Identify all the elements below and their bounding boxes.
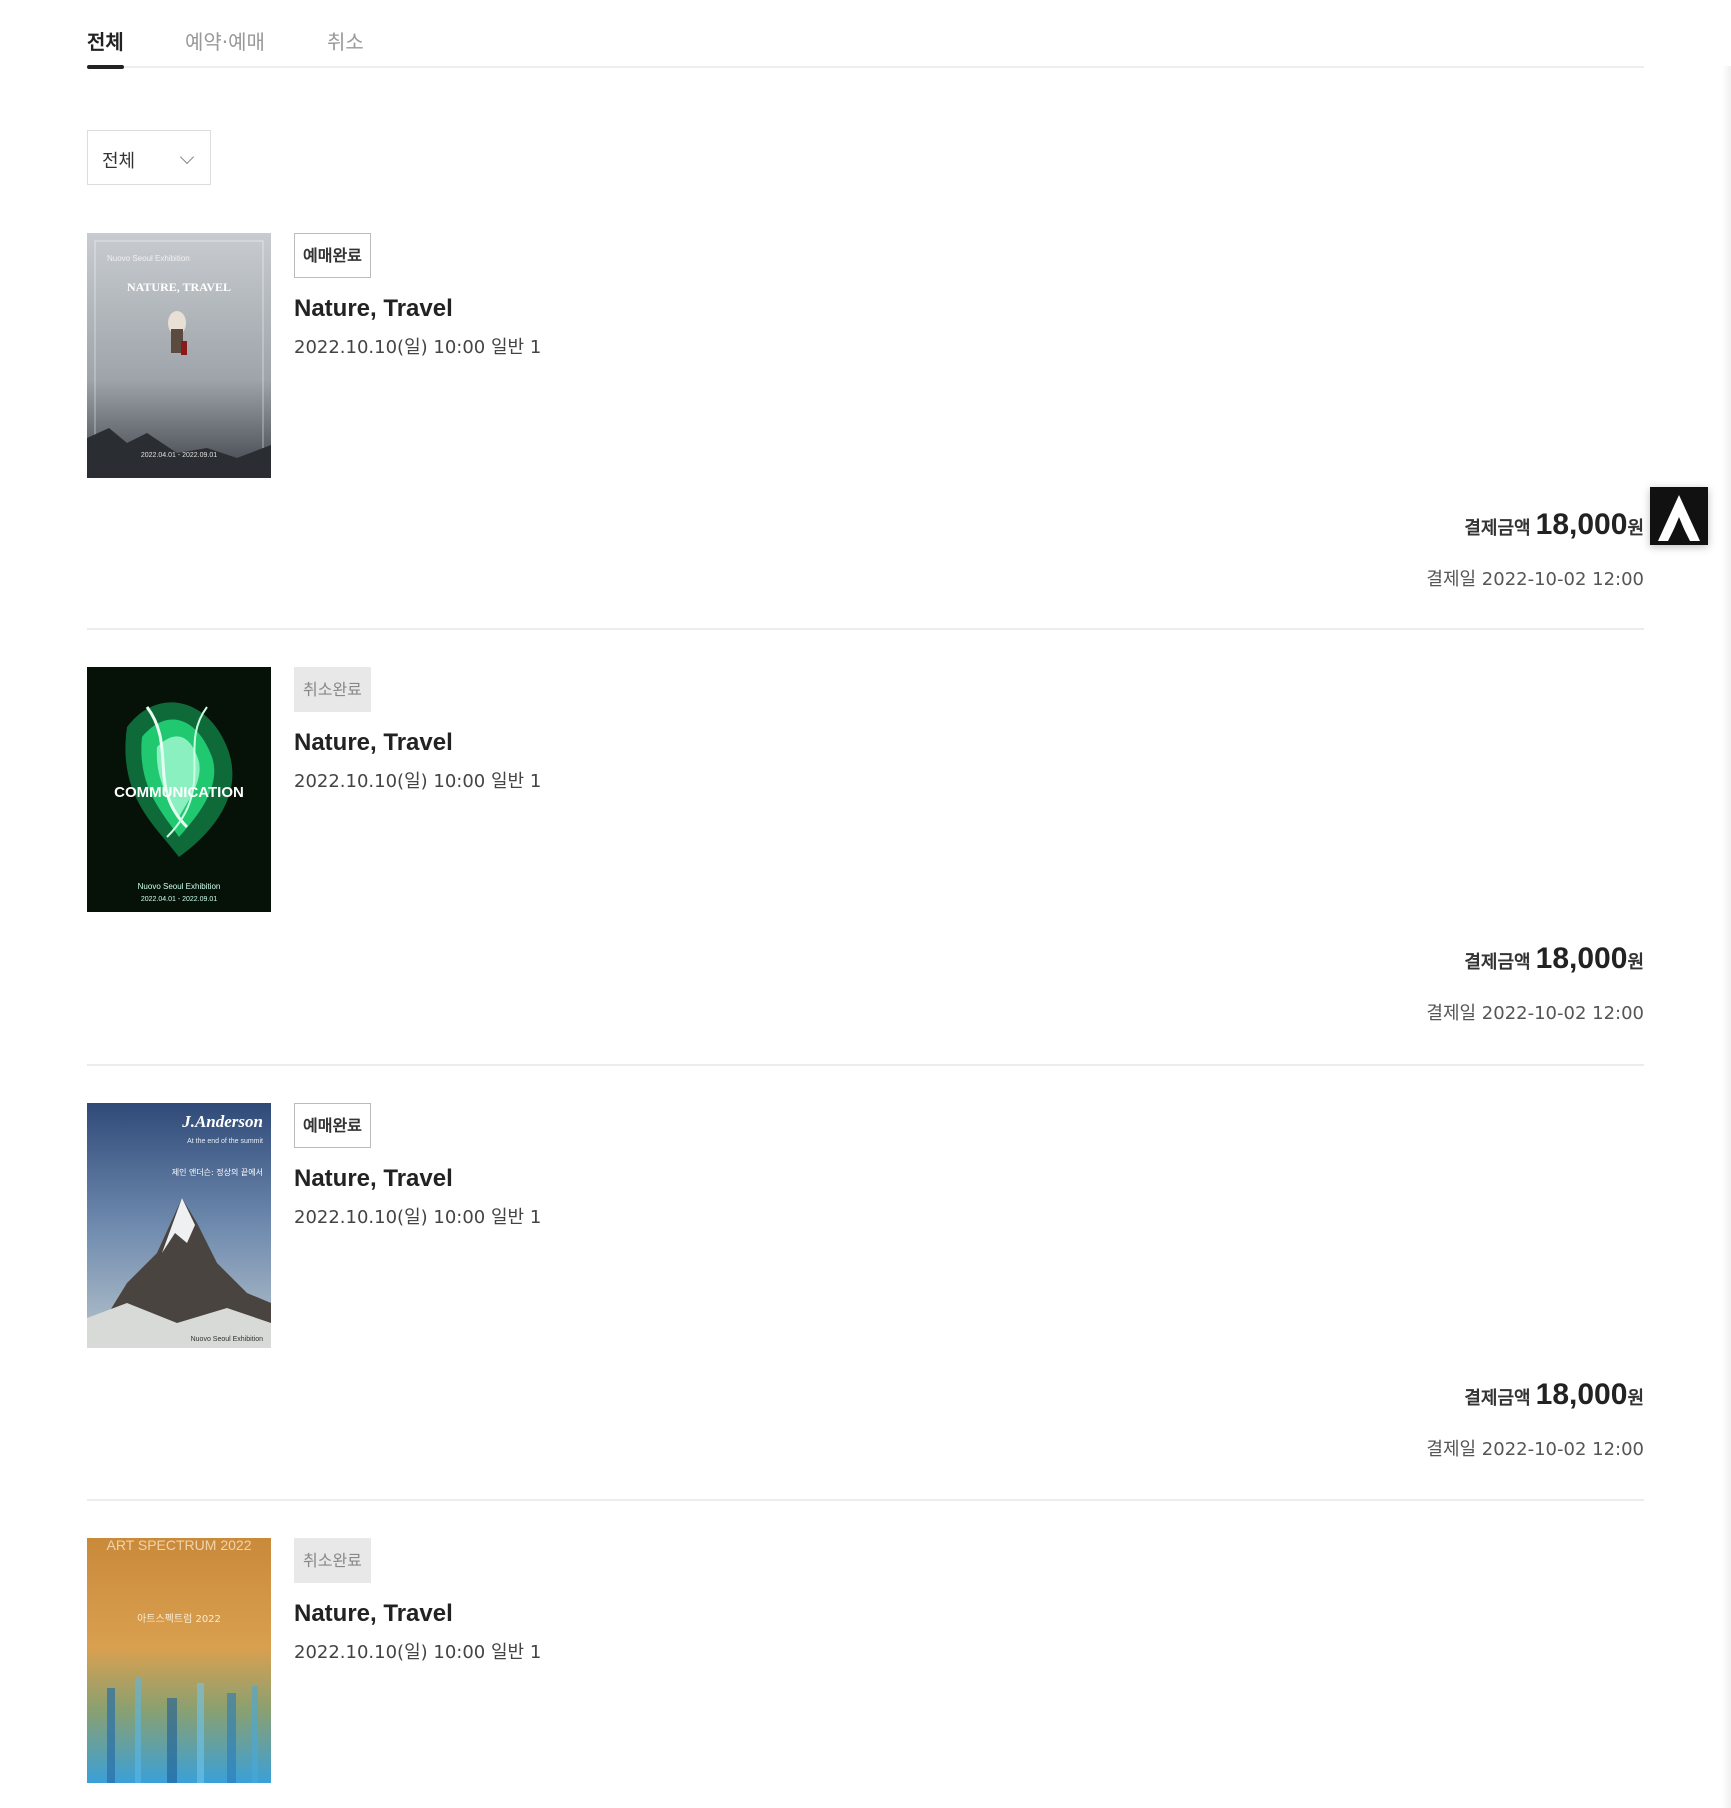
price-unit: 원 xyxy=(1627,952,1644,973)
event-title[interactable]: Nature, Travel xyxy=(294,1165,453,1193)
event-date: 2022.10.10(일) 10:00 일반 1 xyxy=(294,337,542,358)
scroll-top-button[interactable] xyxy=(1650,487,1708,545)
order-item[interactable]: COMMUNICATION Nuovo Seoul Exhibition 202… xyxy=(87,667,1644,1066)
poster-bottom-text: Nuovo Seoul Exhibition xyxy=(191,1336,263,1343)
poster-headline: J.Anderson xyxy=(181,1112,263,1131)
price-value: 18,000 xyxy=(1535,508,1628,541)
poster-image: ART SPECTRUM 2022 아트스펙트럼 2022 xyxy=(87,1538,271,1783)
poster-bottom-text: 2022.04.01 - 2022.09.01 xyxy=(141,452,217,459)
price-value: 18,000 xyxy=(1535,1378,1628,1411)
status-badge: 취소완료 xyxy=(294,667,371,712)
filter-value: 전체 xyxy=(102,151,136,172)
price-label: 결제금액 xyxy=(1464,518,1531,539)
order-item[interactable]: J.Anderson At the end of the summit 제인 앤… xyxy=(87,1103,1644,1501)
poster-image: COMMUNICATION Nuovo Seoul Exhibition 202… xyxy=(87,667,271,912)
price-unit: 원 xyxy=(1627,1388,1644,1409)
event-date: 2022.10.10(일) 10:00 일반 1 xyxy=(294,771,542,792)
chevron-down-icon xyxy=(179,149,195,165)
poster-image: Nuovo Seoul Exhibition NATURE, TRAVEL 20… xyxy=(87,233,271,478)
poster-headline: COMMUNICATION xyxy=(114,784,244,801)
payment-amount: 결제금액 18,000원 xyxy=(1464,942,1644,976)
poster-bottom-text: Nuovo Seoul Exhibition xyxy=(138,882,221,891)
price-unit: 원 xyxy=(1627,518,1644,539)
poster-korean: 아트스펙트럼 2022 xyxy=(137,1612,221,1625)
tab-cancel[interactable]: 취소 xyxy=(327,26,364,55)
payment-amount: 결제금액 18,000원 xyxy=(1464,1378,1644,1412)
status-badge: 예매완료 xyxy=(294,233,371,278)
event-title[interactable]: Nature, Travel xyxy=(294,729,453,757)
tab-bar: 전체 예약·예매 취소 xyxy=(87,0,1644,69)
arrow-up-icon xyxy=(1658,495,1700,541)
poster-bottom-date: 2022.04.01 - 2022.09.01 xyxy=(141,896,217,903)
order-item[interactable]: Nuovo Seoul Exhibition NATURE, TRAVEL 20… xyxy=(87,233,1644,630)
price-label: 결제금액 xyxy=(1464,952,1531,973)
status-badge: 예매완료 xyxy=(294,1103,371,1148)
price-label: 결제금액 xyxy=(1464,1388,1531,1409)
poster-sub: At the end of the summit xyxy=(187,1138,263,1145)
payment-date: 결제일 2022-10-02 12:00 xyxy=(1426,1439,1644,1460)
payment-amount: 결제금액 18,000원 xyxy=(1464,508,1644,542)
event-title[interactable]: Nature, Travel xyxy=(294,295,453,323)
tab-reservations[interactable]: 예약·예매 xyxy=(185,26,265,55)
poster-korean: 제인 앤더슨: 정상의 끝에서 xyxy=(172,1167,263,1177)
scroll-edge xyxy=(1722,66,1731,1808)
poster-headline: NATURE, TRAVEL xyxy=(127,280,231,294)
order-item[interactable]: ART SPECTRUM 2022 아트스펙트럼 2022 취소완료 Natur… xyxy=(87,1538,1644,1808)
payment-date: 결제일 2022-10-02 12:00 xyxy=(1426,1003,1644,1024)
order-history-page: 전체 예약·예매 취소 전체 Nuovo Seoul Exhibition NA… xyxy=(0,0,1731,1808)
event-date: 2022.10.10(일) 10:00 일반 1 xyxy=(294,1207,542,1228)
poster-headline: ART SPECTRUM 2022 xyxy=(107,1538,252,1553)
price-value: 18,000 xyxy=(1535,942,1628,975)
payment-date: 결제일 2022-10-02 12:00 xyxy=(1426,569,1644,590)
status-badge: 취소완료 xyxy=(294,1538,371,1583)
poster-top-text: Nuovo Seoul Exhibition xyxy=(107,254,190,263)
status-filter-select[interactable]: 전체 xyxy=(87,130,211,185)
event-date: 2022.10.10(일) 10:00 일반 1 xyxy=(294,1642,542,1663)
tab-all[interactable]: 전체 xyxy=(87,26,124,69)
event-title[interactable]: Nature, Travel xyxy=(294,1600,453,1628)
poster-image: J.Anderson At the end of the summit 제인 앤… xyxy=(87,1103,271,1348)
